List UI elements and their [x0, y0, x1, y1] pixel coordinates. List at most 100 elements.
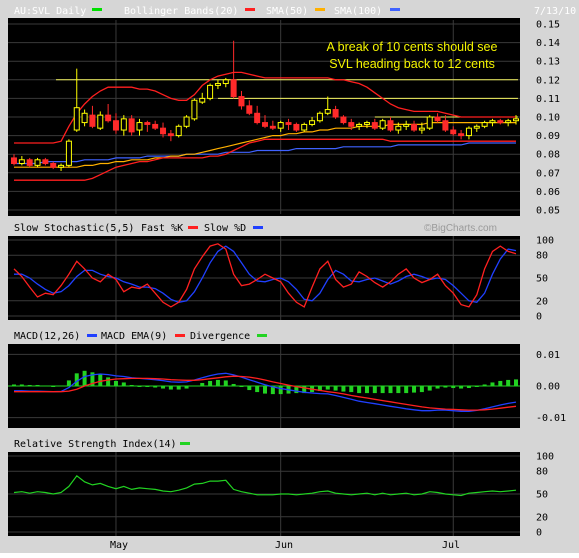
candle-body	[458, 133, 465, 137]
candle-body	[222, 79, 229, 85]
divergence-bar	[223, 380, 228, 386]
candle-body	[513, 118, 519, 122]
y-tick-label: 100	[536, 452, 554, 463]
divergence-bar	[255, 386, 260, 393]
divergence-bar	[247, 386, 252, 391]
divergence-bar	[443, 386, 448, 388]
divergence-bar	[51, 386, 56, 387]
divergence-bar	[490, 382, 495, 386]
macd-ema-legend-label: MACD EMA(9)	[101, 331, 167, 342]
divergence-bar	[59, 385, 64, 387]
candle-body	[426, 116, 433, 129]
candle-body	[18, 159, 25, 164]
candle-body	[89, 114, 96, 127]
candle-body	[403, 123, 410, 127]
divergence-bar	[153, 386, 158, 388]
divergence-bar	[364, 386, 369, 394]
candle-body	[167, 133, 174, 137]
divergence-bar	[396, 386, 401, 394]
candle-body	[191, 99, 198, 120]
divergence-bar	[380, 386, 385, 394]
divergence-bar	[137, 386, 142, 387]
divergence-bar	[184, 386, 189, 389]
divergence-bar	[349, 386, 354, 393]
candle-body	[387, 120, 394, 131]
stochastic-title: Slow Stochastic(5,5)	[14, 223, 134, 234]
candle-body	[120, 118, 127, 131]
candle-body	[152, 123, 159, 129]
candle-body	[199, 97, 206, 103]
y-tick-label: 0.14	[536, 38, 560, 49]
candle-body	[246, 105, 253, 114]
candle-body	[238, 96, 245, 107]
bollinger-legend-label: Bollinger Bands(20)	[124, 6, 238, 17]
candle-body	[465, 127, 472, 137]
divergence-bar	[412, 386, 417, 393]
month-label-jul: Jul	[442, 540, 460, 551]
macd-title: MACD(12,26)	[14, 331, 80, 342]
candle-body	[324, 109, 331, 114]
divergence-bar	[43, 385, 48, 387]
symbol-legend-swatch	[92, 8, 102, 11]
y-tick-label: 0.15	[536, 20, 560, 31]
divergence-bar	[129, 384, 134, 386]
sma50-legend-label: SMA(50)	[266, 6, 308, 17]
candle-body	[34, 159, 41, 166]
candle-body	[277, 122, 284, 129]
candle-body	[136, 122, 143, 131]
candle-body	[481, 122, 488, 127]
divergence-bar	[66, 380, 71, 386]
y-tick-label: 0.01	[536, 350, 560, 361]
candle-body	[505, 120, 512, 124]
divergence-bar	[176, 386, 181, 390]
divergence-bar	[19, 384, 24, 386]
candle-body	[42, 159, 49, 164]
candle-body	[395, 125, 402, 131]
y-tick-label: 0.09	[536, 131, 560, 142]
candle-body	[332, 109, 339, 118]
candle-body	[411, 123, 418, 131]
divergence-bar	[192, 385, 197, 387]
sma50-legend-swatch	[315, 8, 325, 11]
divergence-bar	[474, 386, 479, 387]
divergence-bar	[451, 386, 456, 389]
divergence-bar	[208, 380, 213, 386]
y-tick-label: 0	[536, 312, 542, 323]
candle-body	[97, 114, 104, 129]
annotation-line-2: SVL heading back to 12 cents	[329, 57, 495, 71]
divergence-bar	[35, 384, 40, 386]
divergence-bar	[466, 386, 471, 389]
stoch-fast-legend-swatch	[188, 226, 198, 229]
divergence-bar	[113, 380, 118, 386]
divergence-bar	[215, 379, 220, 386]
divergence-bar	[341, 386, 346, 392]
candle-body	[489, 120, 496, 124]
divergence-bar	[263, 386, 267, 394]
y-tick-label: 0.12	[536, 75, 560, 86]
divergence-bar	[498, 380, 503, 386]
candle-body	[442, 120, 449, 131]
bollinger-legend-swatch	[245, 8, 255, 11]
y-tick-label: 0.08	[536, 150, 560, 161]
divergence-bar	[74, 373, 79, 386]
divergence-bar	[357, 386, 362, 394]
divergence-bar	[325, 386, 330, 390]
candle-body	[207, 84, 214, 99]
y-tick-label: 80	[536, 467, 548, 478]
candle-body	[230, 79, 237, 98]
watermark: ©BigCharts.com	[424, 223, 497, 234]
y-tick-label: 0.00	[536, 382, 560, 393]
y-tick-label: 50	[536, 490, 548, 501]
divergence-bar	[106, 377, 111, 386]
y-tick-label: 0.10	[536, 113, 560, 124]
divergence-bar	[239, 386, 244, 388]
macd-ema-legend-swatch	[175, 334, 185, 337]
y-tick-label: 0.07	[536, 168, 560, 179]
candle-body	[262, 122, 268, 127]
candle-body	[81, 112, 88, 124]
candle-body	[450, 129, 457, 135]
y-tick-label: 100	[536, 236, 554, 247]
divergence-bar	[514, 379, 518, 386]
divergence-bar	[404, 386, 409, 394]
sma100-legend-label: SMA(100)	[334, 6, 382, 17]
